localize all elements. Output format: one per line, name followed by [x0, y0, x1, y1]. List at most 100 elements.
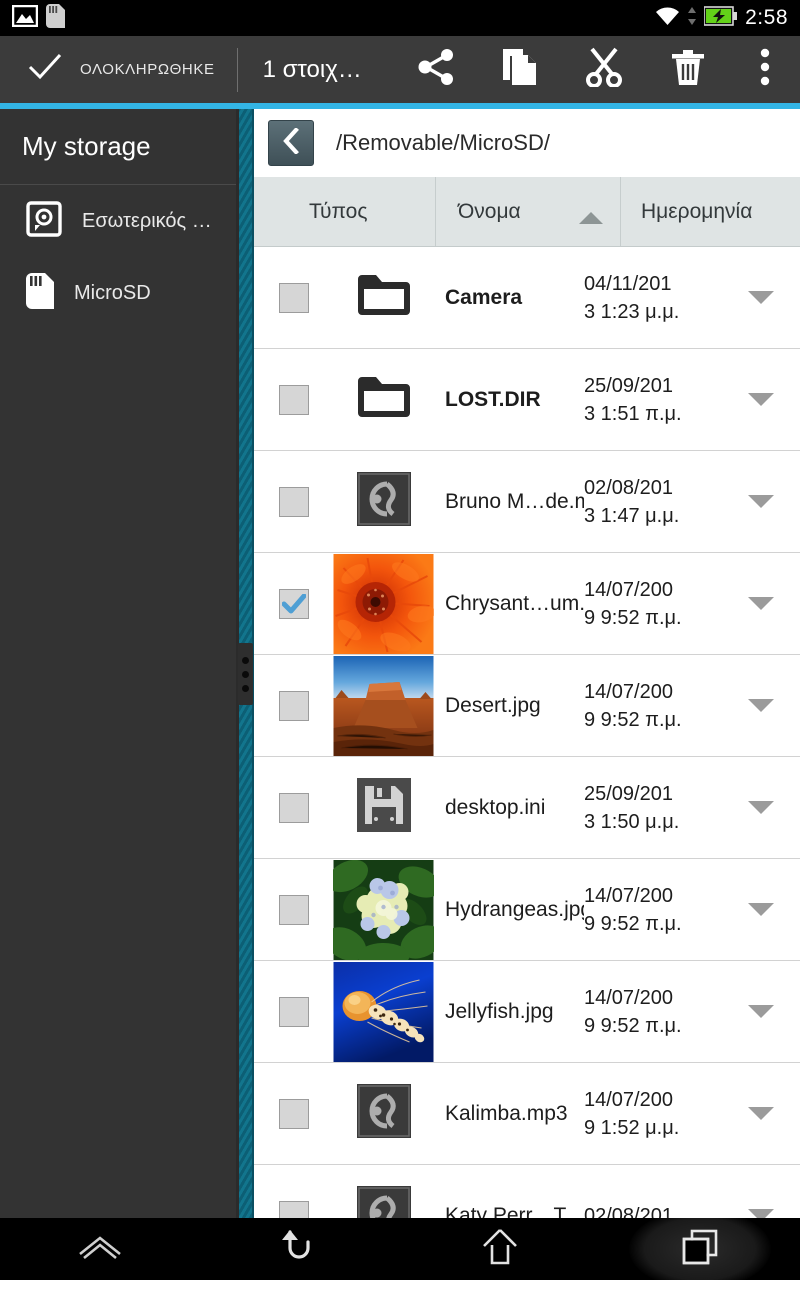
- row-date: 02/08/201 3 1:47 μ.μ.: [584, 474, 722, 530]
- row-checkbox[interactable]: [278, 1200, 309, 1218]
- folder-icon: [356, 273, 412, 322]
- row-icon-cell: [333, 1063, 434, 1165]
- cut-button[interactable]: [562, 36, 646, 103]
- row-menu-button[interactable]: [722, 393, 800, 406]
- main-body: My storage Εσωτερικός χ… MicroSD /Remova…: [0, 109, 800, 1218]
- chevron-left-icon: [281, 126, 301, 159]
- copy-icon: [501, 47, 539, 92]
- row-checkbox[interactable]: [278, 282, 309, 313]
- row-menu-button[interactable]: [722, 903, 800, 916]
- row-name: Chrysant…um.jpg: [445, 591, 584, 615]
- column-header-name-label: Όνομα: [458, 199, 521, 223]
- row-checkbox[interactable]: [278, 1098, 309, 1129]
- row-menu-button[interactable]: [722, 291, 800, 304]
- data-transfer-icon: [687, 6, 697, 31]
- overflow-menu-button[interactable]: [730, 36, 800, 103]
- row-checkbox[interactable]: [278, 486, 309, 517]
- image-thumbnail-hydrangeas: [333, 859, 434, 960]
- row-checkbox-checked[interactable]: [278, 588, 309, 619]
- row-date: 14/07/200 9 9:52 π.μ.: [584, 678, 722, 734]
- column-header-type[interactable]: Τύπος: [254, 177, 435, 246]
- row-date-line1: 14/07/200: [584, 986, 673, 1009]
- column-header-date[interactable]: Ημερομηνία: [621, 177, 800, 246]
- panel-divider[interactable]: [236, 109, 254, 1218]
- nav-recents-button[interactable]: [600, 1218, 800, 1280]
- row-menu-button[interactable]: [722, 801, 800, 814]
- row-menu-button[interactable]: [722, 597, 800, 610]
- row-date-line1: 14/07/200: [584, 578, 673, 601]
- sidebar-item-label: Εσωτερικός χ…: [82, 209, 222, 232]
- status-bar-clock: 2:58: [745, 6, 788, 29]
- path-bar: /Removable/MicroSD/: [254, 109, 800, 177]
- row-checkbox-cell[interactable]: [254, 894, 333, 925]
- chevron-down-icon: [748, 699, 774, 712]
- row-date-line1: 14/07/200: [584, 1088, 673, 1111]
- row-thumbnail-cell: [333, 655, 434, 757]
- delete-button[interactable]: [646, 36, 730, 103]
- drag-handle[interactable]: [238, 643, 253, 705]
- row-checkbox-cell[interactable]: [254, 996, 333, 1027]
- row-date-line2: 3 1:50 μ.μ.: [584, 810, 680, 833]
- status-bar-left-icons: [11, 3, 65, 33]
- back-button[interactable]: [268, 120, 314, 166]
- row-checkbox[interactable]: [278, 996, 309, 1027]
- row-date: 04/11/201 3 1:23 μ.μ.: [584, 270, 722, 326]
- row-date: 14/07/200 9 1:52 μ.μ.: [584, 1086, 722, 1142]
- row-checkbox-cell[interactable]: [254, 588, 333, 619]
- row-menu-button[interactable]: [722, 1107, 800, 1120]
- table-row[interactable]: Desert.jpg 14/07/200 9 9:52 π.μ.: [254, 655, 800, 757]
- row-checkbox-cell[interactable]: [254, 690, 333, 721]
- table-row[interactable]: Kalimba.mp3 14/07/200 9 1:52 μ.μ.: [254, 1063, 800, 1165]
- row-checkbox-cell[interactable]: [254, 1098, 333, 1129]
- row-thumbnail-cell: [333, 859, 434, 961]
- row-date-line2: 9 9:52 π.μ.: [584, 606, 682, 629]
- table-row[interactable]: desktop.ini 25/09/201 3 1:50 μ.μ.: [254, 757, 800, 859]
- table-row[interactable]: Bruno M…de.mp3 02/08/201 3 1:47 μ.μ.: [254, 451, 800, 553]
- row-checkbox[interactable]: [278, 894, 309, 925]
- audio-file-icon: [356, 1186, 411, 1218]
- row-menu-button[interactable]: [722, 1005, 800, 1018]
- row-checkbox[interactable]: [278, 690, 309, 721]
- row-menu-button[interactable]: [722, 699, 800, 712]
- column-header-name[interactable]: Όνομα: [435, 177, 621, 246]
- table-header: Τύπος Όνομα Ημερομηνία: [254, 177, 800, 247]
- row-name: Camera: [445, 285, 523, 309]
- row-date: 25/09/201 3 1:50 μ.μ.: [584, 780, 722, 836]
- sort-ascending-icon: [578, 207, 604, 231]
- row-name: Kalimba.mp3: [445, 1101, 568, 1125]
- table-row[interactable]: LOST.DIR 25/09/201 3 1:51 π.μ.: [254, 349, 800, 451]
- sidebar-item-internal-storage[interactable]: Εσωτερικός χ…: [0, 185, 236, 257]
- row-checkbox-cell[interactable]: [254, 486, 333, 517]
- row-checkbox-cell[interactable]: [254, 792, 333, 823]
- row-icon-cell: [333, 451, 434, 553]
- sidebar-item-microsd[interactable]: MicroSD: [0, 257, 236, 329]
- navigation-bar: [0, 1218, 800, 1280]
- done-button[interactable]: ΟΛΟΚΛΗΡΩΘΗΚΕ: [0, 36, 237, 103]
- table-row[interactable]: Chrysant…um.jpg 14/07/200 9 9:52 π.μ.: [254, 553, 800, 655]
- row-date-line2: 9 9:52 π.μ.: [584, 708, 682, 731]
- row-checkbox-cell[interactable]: [254, 282, 333, 313]
- row-checkbox[interactable]: [278, 384, 309, 415]
- home-icon: [482, 1227, 518, 1272]
- table-row[interactable]: Camera 04/11/201 3 1:23 μ.μ.: [254, 247, 800, 349]
- action-bar-tools: [394, 36, 800, 103]
- table-row[interactable]: Jellyfish.jpg 14/07/200 9 9:52 π.μ.: [254, 961, 800, 1063]
- delete-icon: [670, 47, 706, 92]
- nav-menu-button[interactable]: [0, 1218, 200, 1280]
- nav-back-button[interactable]: [200, 1218, 400, 1280]
- chevron-down-icon: [748, 291, 774, 304]
- copy-button[interactable]: [478, 36, 562, 103]
- row-checkbox-cell[interactable]: [254, 384, 333, 415]
- row-thumbnail-cell: [333, 553, 434, 655]
- table-row[interactable]: Hydrangeas.jpg 14/07/200 9 9:52 π.μ.: [254, 859, 800, 961]
- row-thumbnail-cell: [333, 961, 434, 1063]
- sdcard-icon: [26, 272, 54, 314]
- audio-file-icon: [356, 1084, 411, 1143]
- nav-home-button[interactable]: [400, 1218, 600, 1280]
- row-checkbox[interactable]: [278, 792, 309, 823]
- row-icon-cell: [333, 247, 434, 349]
- row-menu-button[interactable]: [722, 495, 800, 508]
- share-button[interactable]: [394, 36, 478, 103]
- row-date-line2: 9 1:52 μ.μ.: [584, 1116, 680, 1139]
- row-checkbox-cell[interactable]: [254, 1200, 333, 1218]
